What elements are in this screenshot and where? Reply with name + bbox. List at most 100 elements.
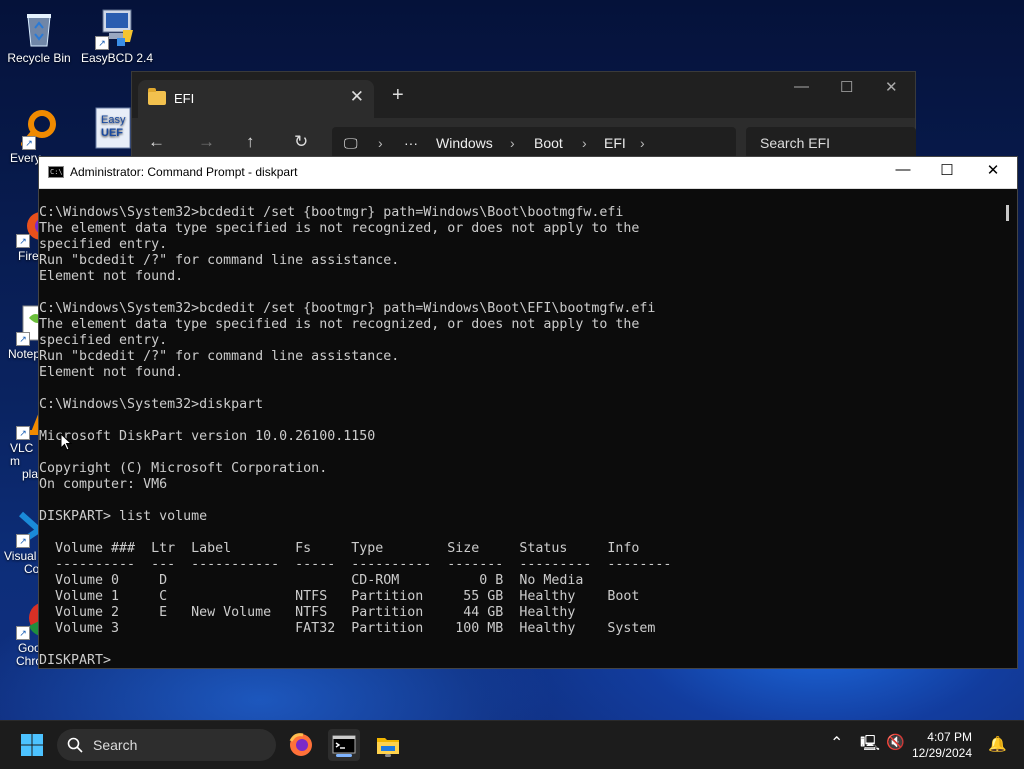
volume-muted-icon[interactable]: 🔇 <box>886 733 905 751</box>
taskbar-search-label: Search <box>93 737 138 753</box>
taskbar-clock[interactable]: 4:07 PM 12/29/2024 <box>912 729 972 761</box>
tab-close-icon[interactable]: ✕ <box>350 87 364 107</box>
breadcrumb-boot[interactable]: Boot <box>534 135 563 151</box>
maximize-icon[interactable]: ☐ <box>932 161 962 179</box>
console-line: Volume 1 C NTFS Partition 55 GB Healthy … <box>39 589 640 604</box>
console-output[interactable]: C:\Windows\System32>bcdedit /set {bootmg… <box>39 205 997 669</box>
easyuefi-icon: Easy UEF <box>92 106 132 149</box>
desktop-icon-label: VLC m <box>10 441 34 468</box>
shortcut-arrow-icon: ↗ <box>16 626 30 640</box>
desktop-icon-label: Fire <box>18 249 39 263</box>
refresh-icon[interactable]: ↻ <box>294 132 308 152</box>
explorer-tab-efi[interactable]: EFI ✕ <box>138 80 374 118</box>
desktop-icon-label: EasyBCD 2.4 <box>80 51 154 65</box>
everything-search-icon: ↗ <box>20 108 60 150</box>
cmd-title-bar[interactable]: C:\ Administrator: Command Prompt - disk… <box>39 157 1017 189</box>
recycle-bin-icon <box>19 8 59 48</box>
close-icon[interactable]: ✕ <box>978 161 1008 179</box>
shortcut-arrow-icon: ↗ <box>16 426 30 440</box>
desktop-icon-recycle-bin[interactable]: Recycle Bin <box>0 8 78 65</box>
folder-icon <box>148 88 166 105</box>
desktop-icon-label: Notep <box>8 347 41 361</box>
address-bar[interactable]: 🖵 › ··· Windows › Boot › EFI › <box>332 127 736 159</box>
svg-text:UEF: UEF <box>101 127 123 139</box>
cmd-icon: C:\ <box>48 166 64 178</box>
desktop-icon-easybcd[interactable]: ↗ EasyBCD 2.4 <box>78 8 156 65</box>
desktop-icon-vlc[interactable]: ↗ VLC m pla <box>0 398 57 481</box>
notification-bell-icon[interactable]: 🔔 <box>988 735 1007 753</box>
taskbar-file-explorer[interactable] <box>372 729 404 761</box>
desktop-icon-easyuefi[interactable]: Easy UEF <box>92 106 132 150</box>
console-line: C:\Windows\System32>bcdedit /set {bootmg… <box>39 205 624 220</box>
desktop-icon-notepad[interactable]: ↗ Notep <box>0 304 50 361</box>
explorer-search-placeholder: Search EFI <box>760 135 831 151</box>
console-line: Volume 2 E New Volume NTFS Partition 44 … <box>39 605 576 620</box>
start-button[interactable] <box>16 729 48 761</box>
desktop: Recycle Bin ↗ EasyBCD 2.4 ↗ Every Easy U… <box>0 0 1024 720</box>
console-line: Element not found. <box>39 365 184 380</box>
desktop-icon-chrome[interactable]: ↗ Goo Chrome <box>0 598 61 668</box>
easybcd-icon: ↗ <box>95 8 137 50</box>
desktop-icon-label: Co <box>24 562 40 576</box>
command-prompt-window[interactable]: C:\ Administrator: Command Prompt - disk… <box>38 156 1018 669</box>
desktop-icon-vscode[interactable]: ↗ Visual Co <box>0 506 51 576</box>
search-icon <box>67 737 83 753</box>
console-line: The element data type specified is not r… <box>39 317 640 332</box>
console-line: Run "bcdedit /?" for command line assist… <box>39 253 400 268</box>
explorer-search-box[interactable]: Search EFI <box>746 127 916 159</box>
console-line: C:\Windows\System32>bcdedit /set {bootmg… <box>39 301 656 316</box>
chevron-right-icon: › <box>582 135 587 151</box>
breadcrumb-windows[interactable]: Windows <box>436 135 493 151</box>
console-line: The element data type specified is not r… <box>39 221 640 236</box>
taskbar-search-box[interactable]: Search <box>57 729 276 761</box>
console-line: Volume ### Ltr Label Fs Type Size Status… <box>39 541 640 556</box>
console-line: specified entry. <box>39 333 168 348</box>
console-line: DISKPART> list volume <box>39 509 208 524</box>
active-indicator <box>336 754 352 757</box>
shortcut-arrow-icon: ↗ <box>16 534 30 548</box>
minimize-icon[interactable]: — <box>794 78 809 95</box>
scrollbar-thumb[interactable] <box>1006 205 1009 221</box>
console-line: Run "bcdedit /?" for command line assist… <box>39 349 400 364</box>
taskbar-command-prompt[interactable] <box>328 729 360 761</box>
console-line: Volume 3 FAT32 Partition 100 MB Healthy … <box>39 621 656 636</box>
chevron-right-icon: › <box>378 135 383 151</box>
new-tab-button[interactable]: + <box>392 84 404 107</box>
breadcrumb-efi[interactable]: EFI <box>604 135 626 151</box>
firefox-icon <box>289 733 312 756</box>
up-arrow-icon[interactable]: ↑ <box>246 132 255 152</box>
forward-arrow-icon[interactable]: → <box>198 132 215 152</box>
console-line: On computer: VM6 <box>39 477 168 492</box>
monitor-icon: 🖵 <box>344 135 358 151</box>
chevron-right-icon: › <box>640 135 645 151</box>
maximize-icon[interactable]: ☐ <box>840 78 853 96</box>
console-line: specified entry. <box>39 237 168 252</box>
breadcrumb-ellipsis[interactable]: ··· <box>404 135 418 151</box>
svg-text:Easy: Easy <box>101 114 126 126</box>
window-title: Administrator: Command Prompt - diskpart <box>70 165 298 179</box>
console-line: Element not found. <box>39 269 184 284</box>
desktop-icon-label: Recycle Bin <box>7 51 71 65</box>
minimize-icon[interactable]: — <box>888 161 918 178</box>
windows-logo-icon <box>21 734 43 756</box>
console-line: Microsoft DiskPart version 10.0.26100.11… <box>39 429 376 444</box>
shortcut-arrow-icon: ↗ <box>22 136 36 150</box>
network-icon[interactable]: 🖳 <box>860 733 880 758</box>
back-arrow-icon[interactable]: ← <box>148 132 165 152</box>
taskbar-firefox[interactable] <box>285 729 317 761</box>
desktop-icon-firefox[interactable]: ↗ Fire <box>0 206 55 263</box>
close-icon[interactable]: ✕ <box>885 78 898 96</box>
taskbar: Search ⌃ 🖳 🔇 4:07 PM 12/29/2024 🔔 <box>0 720 1024 769</box>
chevron-right-icon: › <box>510 135 515 151</box>
console-line: C:\Windows\System32>diskpart <box>39 397 264 412</box>
chevron-up-icon[interactable]: ⌃ <box>830 733 843 753</box>
desktop-icon-label: Chrome <box>0 655 59 668</box>
explorer-tab-title: EFI <box>174 91 195 106</box>
running-indicator <box>385 754 391 757</box>
